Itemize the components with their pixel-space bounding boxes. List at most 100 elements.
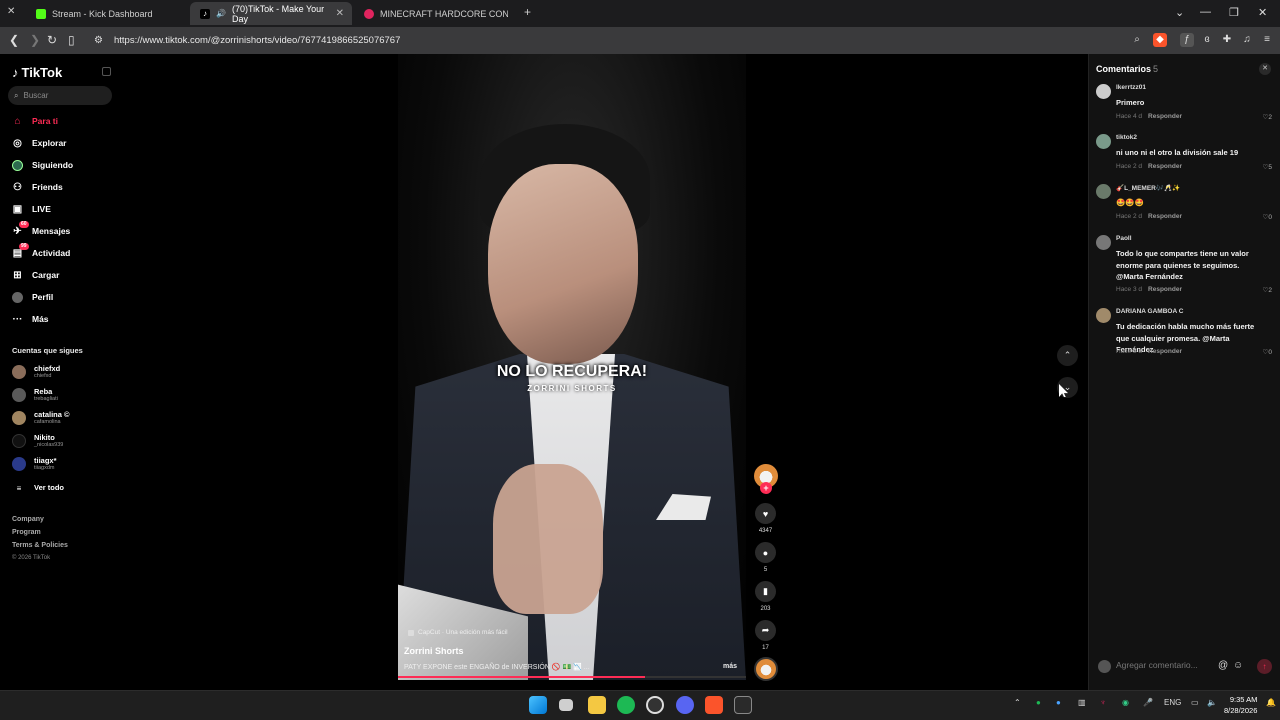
- tab-minecraft-stream[interactable]: MINECRAFT HARDCORE CON AURO: [354, 2, 518, 25]
- brave-icon[interactable]: [705, 696, 723, 714]
- description-more-link[interactable]: más: [723, 663, 737, 670]
- activity-icon: ▤ 99: [12, 242, 29, 259]
- share-button[interactable]: ➦ 17: [755, 620, 776, 651]
- following-account[interactable]: Nikito _nicolas939: [12, 432, 63, 450]
- comment-like-button[interactable]: ♡0: [1263, 348, 1272, 356]
- speaker-icon[interactable]: 🔊: [216, 9, 226, 18]
- clock[interactable]: 9:35 AM 8/28/2026: [1224, 694, 1257, 716]
- tray-app-icon[interactable]: ◉: [1122, 698, 1129, 707]
- tray-app-icon[interactable]: ●: [1036, 698, 1041, 707]
- nav-explorar[interactable]: ◎ Explorar: [12, 136, 66, 150]
- reply-button[interactable]: Responder: [1148, 113, 1182, 120]
- brave-shield-icon[interactable]: ◆: [1153, 33, 1167, 47]
- video-player[interactable]: NO LO RECUPERA! ZORRINI SHORTS CapCut · …: [398, 54, 746, 680]
- avatar[interactable]: [1096, 134, 1111, 149]
- close-window-icon[interactable]: ✕: [1258, 6, 1267, 19]
- nav-mensajes[interactable]: ✈ 60 Mensajes: [12, 220, 70, 238]
- see-all-link[interactable]: ≡ Ver todo: [12, 479, 64, 497]
- nav-cargar[interactable]: ⊞ Cargar: [12, 268, 59, 282]
- epic-games-icon[interactable]: [734, 696, 752, 714]
- forward-icon[interactable]: ❯: [30, 33, 40, 47]
- comment-button[interactable]: ● 5: [755, 542, 776, 573]
- tab-list-icon[interactable]: ✕: [7, 6, 15, 17]
- save-button[interactable]: ▮ 203: [755, 581, 776, 612]
- file-explorer-icon[interactable]: [588, 696, 606, 714]
- search-input[interactable]: ⌕ Buscar: [8, 86, 112, 105]
- microphone-icon[interactable]: 🎤: [1143, 698, 1153, 707]
- extensions-puzzle-icon[interactable]: ✚: [1220, 33, 1234, 47]
- reload-icon[interactable]: ↻: [47, 33, 57, 47]
- video-progress-bar[interactable]: [398, 676, 746, 678]
- discord-icon[interactable]: [676, 696, 694, 714]
- maximize-icon[interactable]: ❐: [1229, 6, 1239, 19]
- site-settings-icon[interactable]: ⚙: [94, 35, 103, 46]
- reply-button[interactable]: Responder: [1148, 213, 1182, 220]
- menu-icon[interactable]: ≡: [1260, 33, 1274, 47]
- nav-perfil[interactable]: Perfil: [12, 290, 53, 304]
- tab-tiktok[interactable]: ♪ 🔊 (70)TikTok - Make Your Day ✕: [190, 2, 352, 25]
- task-view-icon[interactable]: [559, 699, 573, 711]
- previous-video-button[interactable]: ⌃: [1057, 345, 1078, 366]
- emoji-icon[interactable]: ☺: [1233, 660, 1243, 671]
- volume-icon[interactable]: 🔈: [1207, 698, 1217, 707]
- spotify-icon[interactable]: [617, 696, 635, 714]
- reply-button[interactable]: Responder: [1148, 348, 1182, 355]
- video-author[interactable]: Zorrini Shorts: [404, 646, 464, 656]
- notification-bell-icon[interactable]: 🔔: [1266, 698, 1276, 707]
- footer-program-link[interactable]: Program: [12, 529, 41, 536]
- back-icon[interactable]: ❮: [9, 33, 19, 47]
- language-indicator[interactable]: ENG: [1164, 698, 1181, 707]
- tiktok-logo[interactable]: ♪ TikTok: [12, 65, 62, 80]
- music-disc-avatar[interactable]: [754, 657, 778, 681]
- following-account[interactable]: chiefxd chiefxd: [12, 363, 60, 381]
- comment-input[interactable]: Agregar comentario...: [1116, 660, 1198, 670]
- comment-like-button[interactable]: ♡0: [1263, 213, 1272, 221]
- close-comments-icon[interactable]: ✕: [1259, 63, 1271, 75]
- media-icon[interactable]: ♫: [1240, 33, 1254, 47]
- close-tab-icon[interactable]: ✕: [336, 8, 344, 19]
- tab-kick-dashboard[interactable]: Stream - Kick Dashboard: [26, 2, 190, 25]
- avatar[interactable]: [1096, 84, 1111, 99]
- follow-plus-button[interactable]: +: [760, 482, 772, 494]
- display-icon[interactable]: ▭: [1191, 698, 1199, 707]
- capcut-link[interactable]: CapCut · Una edición más fácil: [408, 629, 508, 636]
- tray-hidden-icons[interactable]: ⌃: [1014, 698, 1021, 707]
- following-account[interactable]: catalina © cafamolina: [12, 409, 70, 427]
- live-tv-icon: ▣: [12, 203, 23, 215]
- footer-terms-link[interactable]: Terms & Policies: [12, 542, 68, 549]
- obs-icon[interactable]: [646, 696, 664, 714]
- avatar[interactable]: [1096, 184, 1111, 199]
- zoom-search-icon[interactable]: ⌕: [1130, 33, 1144, 47]
- tray-app-icon[interactable]: ●: [1056, 698, 1061, 707]
- like-button[interactable]: ♥ 4347: [755, 503, 776, 534]
- extension-f-icon[interactable]: ƒ: [1180, 33, 1194, 47]
- footer-company-link[interactable]: Company: [12, 516, 44, 523]
- minimize-icon[interactable]: —: [1200, 6, 1211, 18]
- tab-search-chevron-icon[interactable]: ⌄: [1175, 6, 1184, 19]
- windows-start-icon[interactable]: [529, 696, 547, 714]
- nav-mas[interactable]: ··· Más: [12, 312, 49, 326]
- tray-app-icon[interactable]: ♆: [1100, 698, 1106, 707]
- comment-like-button[interactable]: ♡5: [1263, 163, 1272, 171]
- extension-b-icon[interactable]: ɞ: [1200, 33, 1214, 47]
- mention-icon[interactable]: @: [1218, 660, 1228, 671]
- nav-friends[interactable]: ⚇ Friends: [12, 180, 63, 194]
- bookmark-icon[interactable]: ▯: [68, 33, 75, 47]
- url-field[interactable]: https://www.tiktok.com/@zorrinishorts/vi…: [114, 35, 400, 46]
- reply-button[interactable]: Responder: [1148, 163, 1182, 170]
- reply-button[interactable]: Responder: [1148, 286, 1182, 293]
- collapse-sidebar-icon[interactable]: [102, 67, 111, 76]
- following-account[interactable]: tiiagx* tiiagxdm: [12, 455, 57, 473]
- nav-para-ti[interactable]: ⌂ Para ti: [12, 114, 58, 128]
- nav-actividad[interactable]: ▤ 99 Actividad: [12, 242, 70, 260]
- comment-like-button[interactable]: ♡2: [1263, 286, 1272, 294]
- comment-like-button[interactable]: ♡2: [1263, 113, 1272, 121]
- tray-app-icon[interactable]: ▥: [1078, 698, 1086, 707]
- following-account[interactable]: Reba trebagliati: [12, 386, 58, 404]
- new-tab-icon[interactable]: +: [524, 5, 531, 19]
- nav-siguiendo[interactable]: Siguiendo: [12, 158, 73, 172]
- send-icon[interactable]: ↑: [1257, 659, 1272, 674]
- nav-live[interactable]: ▣ LIVE: [12, 202, 51, 216]
- avatar[interactable]: [1096, 308, 1111, 323]
- avatar[interactable]: [1096, 235, 1111, 250]
